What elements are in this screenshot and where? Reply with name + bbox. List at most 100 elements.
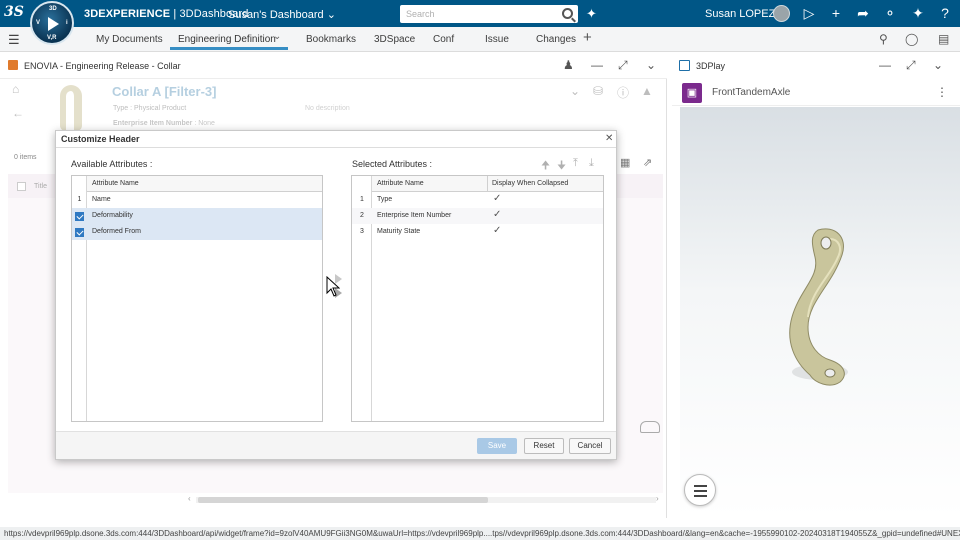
object-description: No description bbox=[305, 105, 350, 112]
table-row[interactable]: 3 Maturity State ✓ bbox=[352, 224, 603, 240]
table-row[interactable]: Deformability bbox=[72, 208, 322, 224]
scroll-right-icon[interactable]: › bbox=[656, 494, 659, 503]
search-icon[interactable] bbox=[562, 8, 573, 19]
minimize-icon[interactable]: — bbox=[591, 58, 603, 72]
more-options-icon[interactable]: ⋮ bbox=[936, 85, 948, 99]
avatar[interactable] bbox=[773, 5, 790, 22]
tab-engineering-definition[interactable]: Engineering Definition bbox=[178, 34, 276, 45]
cube-icon: ▣ bbox=[682, 83, 702, 103]
3dplay-object-name: FrontTandemAxle bbox=[712, 87, 791, 98]
tools-icon[interactable]: ✦ bbox=[910, 5, 926, 22]
check-icon[interactable]: ✓ bbox=[493, 193, 501, 204]
comment-icon[interactable]: ▤ bbox=[938, 32, 949, 46]
enterprise-item-number: Enterprise Item Number : None bbox=[113, 120, 215, 127]
user-settings-icon[interactable]: ♟ bbox=[563, 58, 574, 72]
check-icon[interactable]: ✓ bbox=[493, 209, 501, 220]
move-top-icon[interactable]: ⤒ bbox=[573, 157, 578, 170]
cancel-button[interactable]: Cancel bbox=[569, 438, 611, 454]
widget-menu-chevron-icon[interactable]: ⌄ bbox=[646, 58, 656, 72]
horizontal-scrollbar[interactable]: ‹ › bbox=[188, 494, 663, 505]
menu-icon[interactable]: ☰ bbox=[8, 32, 20, 48]
3ds-logo-icon[interactable]: 3S bbox=[4, 4, 26, 24]
3dplay-menu-button[interactable] bbox=[684, 474, 716, 506]
user-name[interactable]: Susan LOPEZ bbox=[705, 8, 775, 20]
items-count: 0 items bbox=[14, 154, 37, 161]
help-icon[interactable]: ? bbox=[937, 5, 953, 21]
minimize-icon[interactable]: — bbox=[879, 58, 891, 72]
maximize-icon[interactable]: ⤢ bbox=[618, 58, 628, 73]
table-row[interactable]: 2 Enterprise Item Number ✓ bbox=[352, 208, 603, 224]
column-attribute-name[interactable]: Attribute Name bbox=[92, 180, 139, 187]
column-display-when-collapsed[interactable]: Display When Collapsed bbox=[492, 180, 568, 187]
dashboard-name-dropdown[interactable]: Susan's Dashboard ⌄ bbox=[228, 8, 336, 21]
chat-icon[interactable]: ▷ bbox=[801, 5, 817, 22]
move-bottom-icon[interactable]: ⤓ bbox=[589, 157, 594, 170]
scroll-left-icon[interactable]: ‹ bbox=[188, 494, 191, 503]
dashboard-tab-bar: ☰ My Documents Engineering Definition ⌄ … bbox=[0, 27, 960, 52]
mouse-cursor-icon bbox=[326, 276, 340, 297]
collapse-chevron-icon[interactable]: ⌄ bbox=[570, 84, 580, 98]
close-icon[interactable]: ✕ bbox=[605, 133, 613, 144]
row-checkbox[interactable] bbox=[75, 212, 84, 221]
widget-title: ENOVIA - Engineering Release - Collar bbox=[24, 61, 181, 71]
selected-attributes-label: Selected Attributes : bbox=[352, 159, 433, 169]
table-row[interactable]: Deformed From bbox=[72, 224, 322, 240]
compass-play-icon bbox=[48, 17, 59, 31]
compass-icon[interactable]: 3D V i V,R bbox=[30, 1, 74, 45]
share-icon[interactable]: ➦ bbox=[855, 5, 871, 22]
add-tab-icon[interactable]: + bbox=[583, 29, 592, 46]
collar-thumbnail bbox=[60, 85, 82, 131]
tab-conf[interactable]: Conf bbox=[433, 34, 454, 45]
search-zoom-icon[interactable]: ⚲ bbox=[879, 32, 888, 46]
tab-3dspace[interactable]: 3DSpace bbox=[374, 34, 415, 45]
scroll-thumb[interactable] bbox=[198, 497, 488, 503]
3dplay-object-bar: ▣ FrontTandemAxle ⋮ bbox=[672, 79, 960, 106]
top-bar: 3S 3DEXPERIENCE | 3DDashboard Susan's Da… bbox=[0, 0, 960, 27]
home-icon[interactable]: ⌂ bbox=[12, 82, 19, 96]
tab-bookmarks[interactable]: Bookmarks bbox=[306, 34, 356, 45]
move-down-icon[interactable]: 🠋 bbox=[557, 157, 566, 176]
collab-helmet-icon[interactable] bbox=[640, 421, 660, 433]
search-input[interactable]: Search bbox=[400, 5, 578, 23]
reset-button[interactable]: Reset bbox=[524, 438, 564, 454]
table-view-icon[interactable]: ▦ bbox=[620, 156, 630, 169]
dialog-title: Customize Header bbox=[61, 134, 140, 144]
back-arrow-icon[interactable]: ← bbox=[12, 106, 24, 120]
widget-header: 3DPlay — ⤢ ⌄ bbox=[672, 53, 960, 79]
network-share-icon[interactable]: ⚬ bbox=[882, 5, 898, 22]
status-bar-url: https://vdevpril969plp.dsone.3ds.com:444… bbox=[0, 527, 960, 540]
info-icon[interactable]: ⓘ bbox=[617, 84, 629, 101]
object-title: Collar A [Filter-3] bbox=[112, 84, 217, 99]
add-icon[interactable]: + bbox=[828, 5, 844, 21]
grid-select-all-checkbox[interactable] bbox=[17, 182, 26, 191]
widget-header: ENOVIA - Engineering Release - Collar ♟ … bbox=[0, 53, 667, 79]
tab-changes[interactable]: Changes bbox=[536, 34, 576, 45]
tag-icon[interactable]: ✦ bbox=[586, 6, 597, 22]
row-checkbox[interactable] bbox=[75, 228, 84, 237]
grid-title-column[interactable]: Title bbox=[34, 183, 47, 190]
chevron-down-icon[interactable]: ⌄ bbox=[273, 31, 281, 42]
table-header: Attribute Name Display When Collapsed bbox=[352, 176, 603, 192]
export-icon[interactable]: ⇗ bbox=[643, 156, 652, 169]
selected-attributes-table: Attribute Name Display When Collapsed 1 … bbox=[351, 175, 604, 422]
tab-my-documents[interactable]: My Documents bbox=[96, 34, 163, 45]
table-row[interactable]: 1 Name bbox=[72, 192, 322, 208]
check-icon[interactable]: ✓ bbox=[493, 225, 501, 236]
3d-viewport[interactable] bbox=[680, 107, 960, 518]
3dplay-icon bbox=[679, 60, 690, 71]
object-type: Type : Physical Product bbox=[113, 105, 187, 112]
widget-menu-chevron-icon[interactable]: ⌄ bbox=[933, 58, 943, 72]
save-button[interactable]: Save bbox=[477, 438, 517, 454]
triangle-up-icon[interactable]: ▲ bbox=[641, 84, 653, 98]
tab-issue[interactable]: Issue bbox=[485, 34, 509, 45]
column-attribute-name[interactable]: Attribute Name bbox=[377, 180, 424, 187]
database-icon[interactable]: ⛁ bbox=[593, 84, 603, 98]
toggle-icon[interactable]: ◯ bbox=[905, 32, 918, 46]
dialog-header: Customize Header ✕ bbox=[56, 131, 616, 148]
3dplay-widget: 3DPlay — ⤢ ⌄ ▣ FrontTandemAxle ⋮ bbox=[672, 53, 960, 518]
maximize-icon[interactable]: ⤢ bbox=[906, 58, 916, 73]
available-attributes-table: Attribute Name 1 Name Deformability Defo… bbox=[71, 175, 323, 422]
table-row[interactable]: 1 Type ✓ bbox=[352, 192, 603, 208]
collar-model bbox=[789, 228, 848, 386]
move-up-icon[interactable]: 🠉 bbox=[541, 157, 550, 176]
